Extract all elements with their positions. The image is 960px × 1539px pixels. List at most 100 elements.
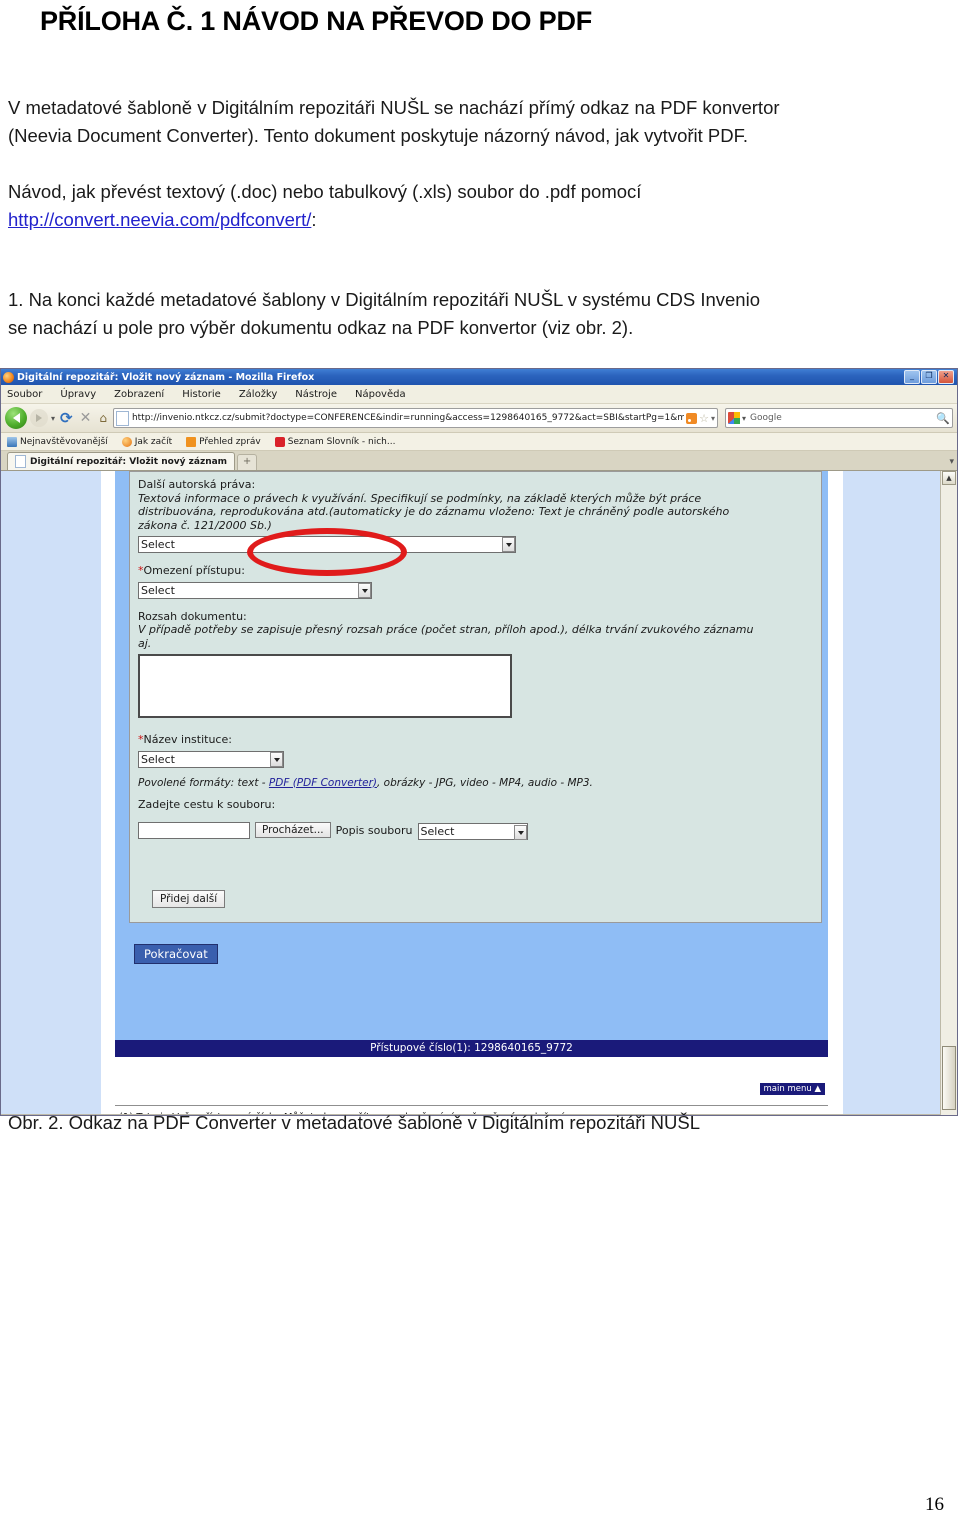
copyright-field-label: Další autorská práva:	[138, 478, 256, 491]
browser-viewport: Další autorská práva: Textová informace …	[1, 471, 957, 1115]
navod-line: Návod, jak převést textový (.doc) nebo t…	[8, 181, 642, 202]
scrollbar-thumb[interactable]	[942, 1046, 956, 1110]
bookmark-seznam-slovnik[interactable]: Seznam Slovník - nich...	[274, 436, 396, 447]
file-description-label: Popis souboru	[335, 823, 413, 837]
copyright-select[interactable]: Select	[138, 536, 516, 553]
file-path-label: Zadejte cestu k souboru:	[138, 797, 276, 811]
home-icon[interactable]: ⌂	[96, 411, 110, 425]
page-icon	[115, 410, 129, 426]
google-icon[interactable]	[728, 412, 740, 424]
intro-line-1: V metadatové šabloně v Digitálním repozi…	[8, 97, 780, 118]
bookmark-star-icon[interactable]: ☆	[699, 412, 709, 425]
extent-help-line-1: V případě potřeby se zapisuje přesný roz…	[138, 623, 754, 636]
bookmark-label: Seznam Slovník - nich...	[287, 436, 396, 447]
bookmark-jak-zacit[interactable]: Jak začít	[121, 436, 173, 447]
extent-textarea[interactable]	[138, 654, 512, 718]
search-magnifier-icon[interactable]: 🔍	[936, 412, 950, 425]
step-paragraph: 1. Na konci každé metadatové šablony v D…	[8, 286, 956, 342]
page-left-margin	[1, 471, 101, 1114]
access-field-label-text: Omezení přístupu:	[143, 564, 245, 577]
institution-field-label-text: Název instituce:	[143, 733, 232, 746]
menu-napoveda[interactable]: Nápověda	[355, 389, 406, 400]
bookmark-label: Nejnavštěvovanější	[20, 436, 108, 447]
menu-nastroje[interactable]: Nástroje	[295, 389, 337, 400]
extent-help-line-2: aj.	[138, 636, 152, 650]
bookmark-label: Jak začít	[134, 436, 173, 447]
stop-icon[interactable]: ✕	[78, 410, 94, 426]
bookmark-label: Přehled zpráv	[199, 436, 261, 447]
submission-form-panel: Další autorská práva: Textová informace …	[129, 471, 822, 923]
page-icon	[15, 455, 26, 468]
close-button[interactable]: ✕	[938, 370, 954, 384]
continue-button[interactable]: Pokračovat	[134, 944, 218, 964]
firefox-icon	[3, 371, 14, 383]
footer-divider	[115, 1105, 828, 1106]
pdf-converter-link[interactable]: PDF (PDF Converter)	[269, 777, 377, 789]
extent-field-label: Rozsah dokumentu:	[138, 609, 247, 623]
institution-select[interactable]: Select	[138, 750, 284, 768]
navod-paragraph: Návod, jak převést textový (.doc) nebo t…	[8, 178, 956, 234]
forward-arrow-icon[interactable]	[30, 409, 48, 427]
access-number-bar: Přístupové číslo(1): 1298640165_9772	[115, 1040, 828, 1057]
menu-soubor[interactable]: Soubor	[7, 389, 42, 400]
menu-zobrazeni[interactable]: Zobrazení	[114, 389, 164, 400]
page-right-margin	[843, 471, 941, 1114]
search-input[interactable]: Google	[750, 413, 936, 423]
browser-window-title: Digitální repozitář: Vložit nový záznam …	[17, 371, 315, 383]
tab-strip: Digitální repozitář: Vložit nový záznam …	[1, 451, 957, 471]
institution-select-wrapper: Select	[138, 747, 284, 768]
browse-button[interactable]: Procházet...	[255, 822, 331, 838]
bookmark-nejnavstevovanejsi[interactable]: Nejnavštěvovanější	[7, 436, 108, 447]
access-select[interactable]: Select	[138, 581, 372, 599]
address-bar[interactable]: http://invenio.ntkcz.cz/submit?doctype=C…	[112, 408, 718, 428]
address-bar-url: http://invenio.ntkcz.cz/submit?doctype=C…	[131, 413, 684, 423]
bookmark-folder-icon	[7, 436, 17, 447]
back-arrow-icon[interactable]	[5, 407, 27, 429]
file-description-select-wrapper: Select	[417, 820, 528, 840]
seznam-icon	[274, 436, 285, 447]
step-line-1: 1. Na konci každé metadatové šablony v D…	[8, 289, 760, 310]
scroll-up-arrow-icon[interactable]: ▲	[942, 471, 956, 485]
minimize-button[interactable]: _	[904, 370, 920, 384]
window-controls: _ ❐ ✕	[904, 370, 954, 384]
menu-upravy[interactable]: Úpravy	[60, 389, 96, 400]
menu-zalozky[interactable]: Záložky	[239, 389, 277, 400]
browser-window-screenshot: Digitální repozitář: Vložit nový záznam …	[0, 368, 958, 1116]
file-description-select[interactable]: Select	[417, 823, 528, 840]
main-menu-button[interactable]: main menu ▲	[759, 1083, 825, 1095]
web-page-body: Další autorská práva: Textová informace …	[1, 471, 941, 1115]
browser-menu-bar: Soubor Úpravy Zobrazení Historie Záložky…	[1, 385, 957, 404]
copyright-help-line-3: zákona č. 121/2000 Sb.)	[138, 518, 272, 532]
browser-title-bar: Digitální repozitář: Vložit nový záznam …	[1, 369, 957, 385]
intro-line-2: (Neevia Document Converter). Tento dokum…	[8, 125, 748, 146]
neevia-convert-link[interactable]: http://convert.neevia.com/pdfconvert/	[8, 209, 311, 230]
reload-icon[interactable]: ⟳	[58, 409, 75, 427]
chevron-down-icon[interactable]: ▾	[742, 414, 746, 423]
chevron-down-icon[interactable]: ▾	[711, 414, 715, 423]
firefox-icon	[121, 436, 132, 447]
access-field-label: *Omezení přístupu:	[138, 564, 813, 578]
tab-digitalni-repozitar[interactable]: Digitální repozitář: Vložit nový záznam	[7, 452, 236, 470]
file-path-input[interactable]	[138, 821, 250, 839]
bookmarks-toolbar: Nejnavštěvovanější Jak začít Přehled zpr…	[1, 433, 957, 451]
browser-navigation-toolbar: ▾ ⟳ ✕ ⌂ http://invenio.ntkcz.cz/submit?d…	[1, 404, 957, 433]
search-bar[interactable]: ▾ Google 🔍	[725, 408, 953, 428]
file-upload-row: Procházet... Popis souboru Select	[138, 820, 813, 840]
access-select-wrapper: Select	[138, 578, 372, 599]
add-more-button[interactable]: Přidej další	[152, 890, 226, 908]
menu-historie[interactable]: Historie	[182, 389, 221, 400]
bookmark-prehled-zprav[interactable]: Přehled zpráv	[186, 436, 261, 447]
vertical-scrollbar[interactable]: ▲ ▼	[940, 471, 957, 1115]
navod-url-suffix: :	[311, 209, 317, 230]
tab-label: Digitální repozitář: Vložit nový záznam	[30, 456, 228, 467]
page-title: PŘÍLOHA Č. 1 NÁVOD NA PŘEVOD DO PDF	[40, 6, 593, 36]
intro-paragraph: V metadatové šabloně v Digitálním repozi…	[8, 94, 956, 150]
page-number: 16	[925, 1494, 944, 1515]
page-center-column: Další autorská práva: Textová informace …	[115, 471, 828, 1040]
rss-icon[interactable]	[686, 412, 698, 424]
maximize-button[interactable]: ❐	[921, 370, 937, 384]
history-dropdown-icon[interactable]: ▾	[51, 414, 55, 423]
tab-list-menu-icon[interactable]: ▾	[949, 457, 954, 467]
copyright-help-line-2: distribuována, reprodukována atd.(automa…	[138, 505, 730, 518]
new-tab-button[interactable]: +	[237, 454, 258, 470]
